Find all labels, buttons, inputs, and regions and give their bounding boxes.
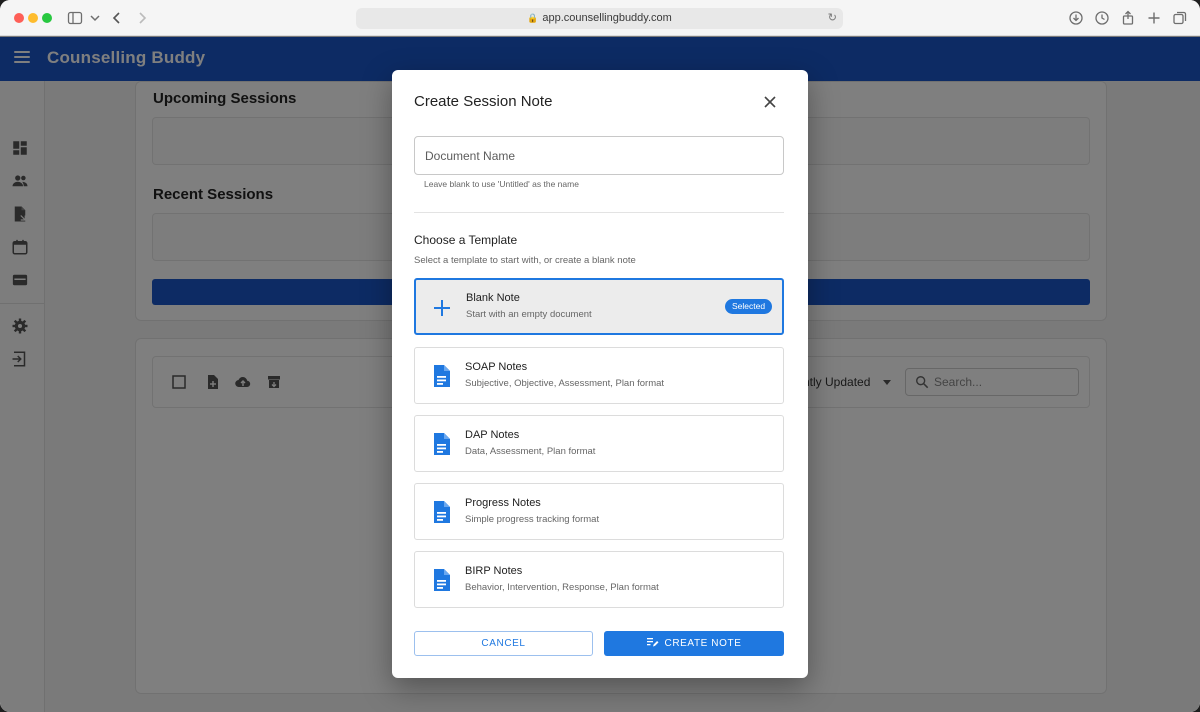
document-icon xyxy=(429,500,453,524)
template-description: Data, Assessment, Plan format xyxy=(465,446,596,457)
tab-overview-icon[interactable] xyxy=(1171,9,1189,27)
create-note-label: CREATE NOTE xyxy=(664,638,742,649)
history-icon[interactable] xyxy=(1093,9,1111,27)
downloads-icon[interactable] xyxy=(1067,9,1085,27)
browser-window: 🔒app.counsellingbuddy.com ↻ Counselling … xyxy=(0,0,1200,712)
template-description: Subjective, Objective, Assessment, Plan … xyxy=(465,378,665,389)
back-icon[interactable] xyxy=(108,9,126,27)
url-text: app.counsellingbuddy.com xyxy=(542,12,672,24)
template-name: Progress Notes xyxy=(465,497,541,509)
template-name: BIRP Notes xyxy=(465,565,523,577)
document-icon xyxy=(429,568,453,592)
template-birp-notes[interactable]: BIRP Notes Behavior, Intervention, Respo… xyxy=(414,551,784,608)
template-description: Start with an empty document xyxy=(466,309,592,320)
cancel-button[interactable]: CANCEL xyxy=(414,631,593,656)
address-bar[interactable]: 🔒 app.counsellingbuddy.com ↻ xyxy=(356,8,843,29)
choose-template-subtitle: Select a template to start with, or crea… xyxy=(414,255,636,266)
document-name-input[interactable] xyxy=(414,136,784,175)
dialog-title: Create Session Note xyxy=(414,93,553,110)
template-description: Simple progress tracking format xyxy=(465,514,600,525)
document-icon xyxy=(429,364,453,388)
template-name: SOAP Notes xyxy=(465,361,528,373)
template-blank-note[interactable]: Blank Note Start with an empty document … xyxy=(414,278,784,335)
minimize-window-button[interactable] xyxy=(28,13,38,23)
template-dap-notes[interactable]: DAP Notes Data, Assessment, Plan format xyxy=(414,415,784,472)
document-icon xyxy=(429,432,453,456)
selected-badge: Selected xyxy=(725,299,773,314)
reload-icon[interactable]: ↻ xyxy=(828,8,837,29)
close-window-button[interactable] xyxy=(14,13,24,23)
template-name: Blank Note xyxy=(466,292,520,304)
plus-icon xyxy=(430,296,454,320)
template-soap-notes[interactable]: SOAP Notes Subjective, Objective, Assess… xyxy=(414,347,784,404)
share-icon[interactable] xyxy=(1119,9,1137,27)
close-icon[interactable] xyxy=(762,94,778,110)
forward-icon[interactable] xyxy=(133,9,151,27)
edit-note-icon xyxy=(646,636,659,648)
create-note-button[interactable]: CREATE NOTE xyxy=(604,631,784,656)
create-session-note-dialog: Create Session Note Leave blank to use '… xyxy=(392,70,808,678)
template-description: Behavior, Intervention, Response, Plan f… xyxy=(465,582,659,593)
document-name-helper: Leave blank to use 'Untitled' as the nam… xyxy=(424,179,579,189)
sidebar-toggle-icon[interactable] xyxy=(66,9,84,27)
template-progress-notes[interactable]: Progress Notes Simple progress tracking … xyxy=(414,483,784,540)
browser-toolbar: 🔒 app.counsellingbuddy.com ↻ xyxy=(0,0,1200,36)
choose-template-title: Choose a Template xyxy=(414,233,518,247)
chevron-down-icon[interactable] xyxy=(86,9,104,27)
section-divider xyxy=(414,212,784,213)
lock-icon: 🔒 xyxy=(527,13,539,23)
new-tab-icon[interactable] xyxy=(1145,9,1163,27)
template-name: DAP Notes xyxy=(465,429,520,441)
zoom-window-button[interactable] xyxy=(42,13,52,23)
